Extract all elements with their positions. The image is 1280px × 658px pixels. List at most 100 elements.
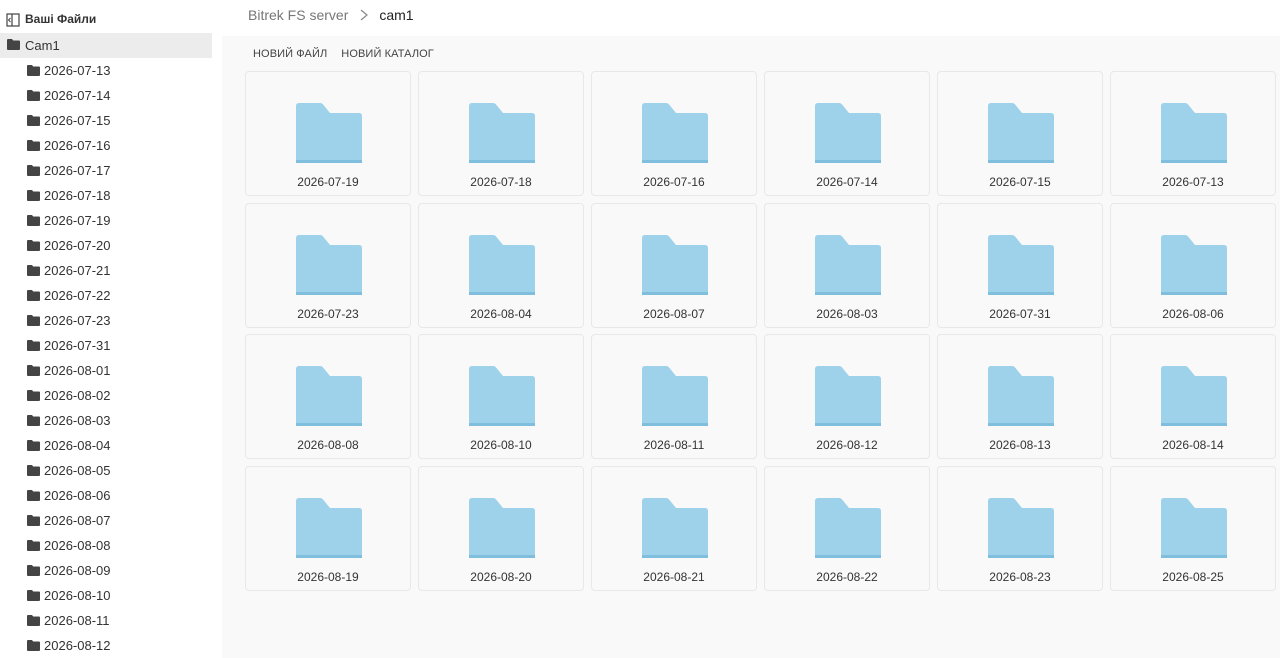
folder-tile[interactable]: 2026-08-04 <box>418 202 584 328</box>
folder-tile[interactable]: 2026-08-11 <box>591 334 757 459</box>
folder-tile[interactable]: 2026-07-15 <box>937 71 1103 196</box>
folder-icon <box>27 315 40 326</box>
folder-tile-label: 2026-08-11 <box>643 438 705 452</box>
tree-item-label: 2026-07-31 <box>44 338 111 353</box>
folder-icon <box>296 497 362 558</box>
tree-item[interactable]: 2026-07-23 <box>0 308 212 333</box>
tree-item-label: Cam1 <box>25 38 60 53</box>
breadcrumb-current: cam1 <box>379 7 414 23</box>
tree-item[interactable]: 2026-07-15 <box>0 108 212 133</box>
folder-icon <box>27 565 40 576</box>
folder-tile-label: 2026-08-12 <box>816 438 878 452</box>
folder-icon <box>27 440 40 451</box>
tree-item-label: 2026-08-12 <box>44 638 111 653</box>
folder-tile-label: 2026-07-14 <box>816 175 878 189</box>
folder-tile[interactable]: 2026-08-25 <box>1110 465 1276 591</box>
tree-item[interactable]: 2026-07-17 <box>0 158 212 183</box>
folder-tile-label: 2026-08-13 <box>989 438 1051 452</box>
main-panel: Bitrek FS server cam1 НОВИЙ ФАЙЛ НОВИЙ К… <box>222 0 1280 658</box>
tree-item[interactable]: 2026-07-31 <box>0 333 212 358</box>
tree-item[interactable]: 2026-08-05 <box>0 458 212 483</box>
sidebar-toggle-icon[interactable] <box>6 13 20 27</box>
folder-icon <box>642 234 708 295</box>
folder-icon <box>27 290 40 301</box>
folder-icon <box>815 497 881 558</box>
folder-tile[interactable]: 2026-08-10 <box>418 334 584 459</box>
tree-item[interactable]: 2026-07-19 <box>0 208 212 233</box>
folder-tile[interactable]: 2026-08-03 <box>764 202 930 328</box>
new-file-button[interactable]: НОВИЙ ФАЙЛ <box>246 46 334 62</box>
tree-item-label: 2026-08-04 <box>44 438 111 453</box>
tree-item[interactable]: 2026-07-18 <box>0 183 212 208</box>
folder-icon <box>27 490 40 501</box>
folder-icon <box>27 215 40 226</box>
folder-tile[interactable]: 2026-08-06 <box>1110 202 1276 328</box>
folder-tile[interactable]: 2026-07-13 <box>1110 71 1276 196</box>
folder-tile[interactable]: 2026-08-22 <box>764 465 930 591</box>
folder-tile[interactable]: 2026-08-21 <box>591 465 757 591</box>
folder-tile[interactable]: 2026-08-19 <box>245 465 411 591</box>
sidebar-header[interactable]: Ваші Файли <box>0 8 212 33</box>
folder-tile[interactable]: 2026-08-20 <box>418 465 584 591</box>
tree-item[interactable]: 2026-07-13 <box>0 58 212 83</box>
folder-tile[interactable]: 2026-07-14 <box>764 71 930 196</box>
folder-icon <box>7 39 20 50</box>
tree-item[interactable]: 2026-08-08 <box>0 533 212 558</box>
tree-item[interactable]: 2026-07-21 <box>0 258 212 283</box>
folder-icon <box>1161 497 1227 558</box>
sidebar: Ваші Файли Cam1 2026-07-13 2026-07-14 2026… <box>0 0 222 658</box>
folder-tile[interactable]: 2026-07-23 <box>245 202 411 328</box>
folder-tile[interactable]: 2026-08-14 <box>1110 334 1276 459</box>
breadcrumb-root[interactable]: Bitrek FS server <box>248 7 348 23</box>
tree-item-label: 2026-08-09 <box>44 563 111 578</box>
folder-tile[interactable]: 2026-08-23 <box>937 465 1103 591</box>
folder-icon <box>27 190 40 201</box>
new-folder-button[interactable]: НОВИЙ КАТАЛОГ <box>334 46 441 62</box>
file-manager-app: Ваші Файли Cam1 2026-07-13 2026-07-14 2026… <box>0 0 1280 658</box>
folder-tile[interactable]: 2026-07-16 <box>591 71 757 196</box>
folder-tile[interactable]: 2026-08-12 <box>764 334 930 459</box>
folder-tile-label: 2026-08-20 <box>470 569 532 584</box>
folder-icon <box>27 265 40 276</box>
tree-item[interactable]: 2026-08-01 <box>0 358 212 383</box>
tree-item[interactable]: 2026-08-11 <box>0 608 212 633</box>
folder-tile-label: 2026-07-31 <box>989 306 1051 321</box>
tree-item-label: 2026-08-05 <box>44 463 111 478</box>
folder-icon <box>642 497 708 558</box>
tree-item[interactable]: 2026-08-09 <box>0 558 212 583</box>
folder-icon <box>27 165 40 176</box>
tree-item[interactable]: 2026-07-16 <box>0 133 212 158</box>
folder-tile[interactable]: 2026-08-13 <box>937 334 1103 459</box>
tree-item[interactable]: 2026-07-14 <box>0 83 212 108</box>
folder-icon <box>1161 366 1227 426</box>
tree-item-label: 2026-07-22 <box>44 288 111 303</box>
tree-item[interactable]: 2026-08-06 <box>0 483 212 508</box>
folder-icon <box>27 240 40 251</box>
folder-tile[interactable]: 2026-08-08 <box>245 334 411 459</box>
tree-item[interactable]: 2026-08-02 <box>0 383 212 408</box>
tree-item[interactable]: 2026-08-03 <box>0 408 212 433</box>
folder-icon <box>27 365 40 376</box>
folder-tile[interactable]: 2026-07-18 <box>418 71 584 196</box>
folder-icon <box>27 465 40 476</box>
tree-item[interactable]: 2026-08-10 <box>0 583 212 608</box>
folder-icon <box>27 340 40 351</box>
tree-item-cam1[interactable]: Cam1 <box>0 33 212 58</box>
tree-item-label: 2026-08-10 <box>44 588 111 603</box>
folder-icon <box>469 366 535 426</box>
folder-icon <box>469 103 535 163</box>
tree-item[interactable]: 2026-08-04 <box>0 433 212 458</box>
tree-item-label: 2026-08-07 <box>44 513 111 528</box>
tree-item[interactable]: 2026-07-22 <box>0 283 212 308</box>
folder-tile[interactable]: 2026-08-07 <box>591 202 757 328</box>
folder-icon <box>27 115 40 126</box>
folder-icon <box>296 366 362 426</box>
folder-tile[interactable]: 2026-07-19 <box>245 71 411 196</box>
folder-tile[interactable]: 2026-07-31 <box>937 202 1103 328</box>
tree-item[interactable]: 2026-07-20 <box>0 233 212 258</box>
breadcrumb: Bitrek FS server cam1 <box>248 7 414 23</box>
tree-item[interactable]: 2026-08-12 <box>0 633 212 658</box>
topbar: Bitrek FS server cam1 <box>222 0 1280 36</box>
tree-item[interactable]: 2026-08-07 <box>0 508 212 533</box>
folder-icon <box>1161 234 1227 295</box>
